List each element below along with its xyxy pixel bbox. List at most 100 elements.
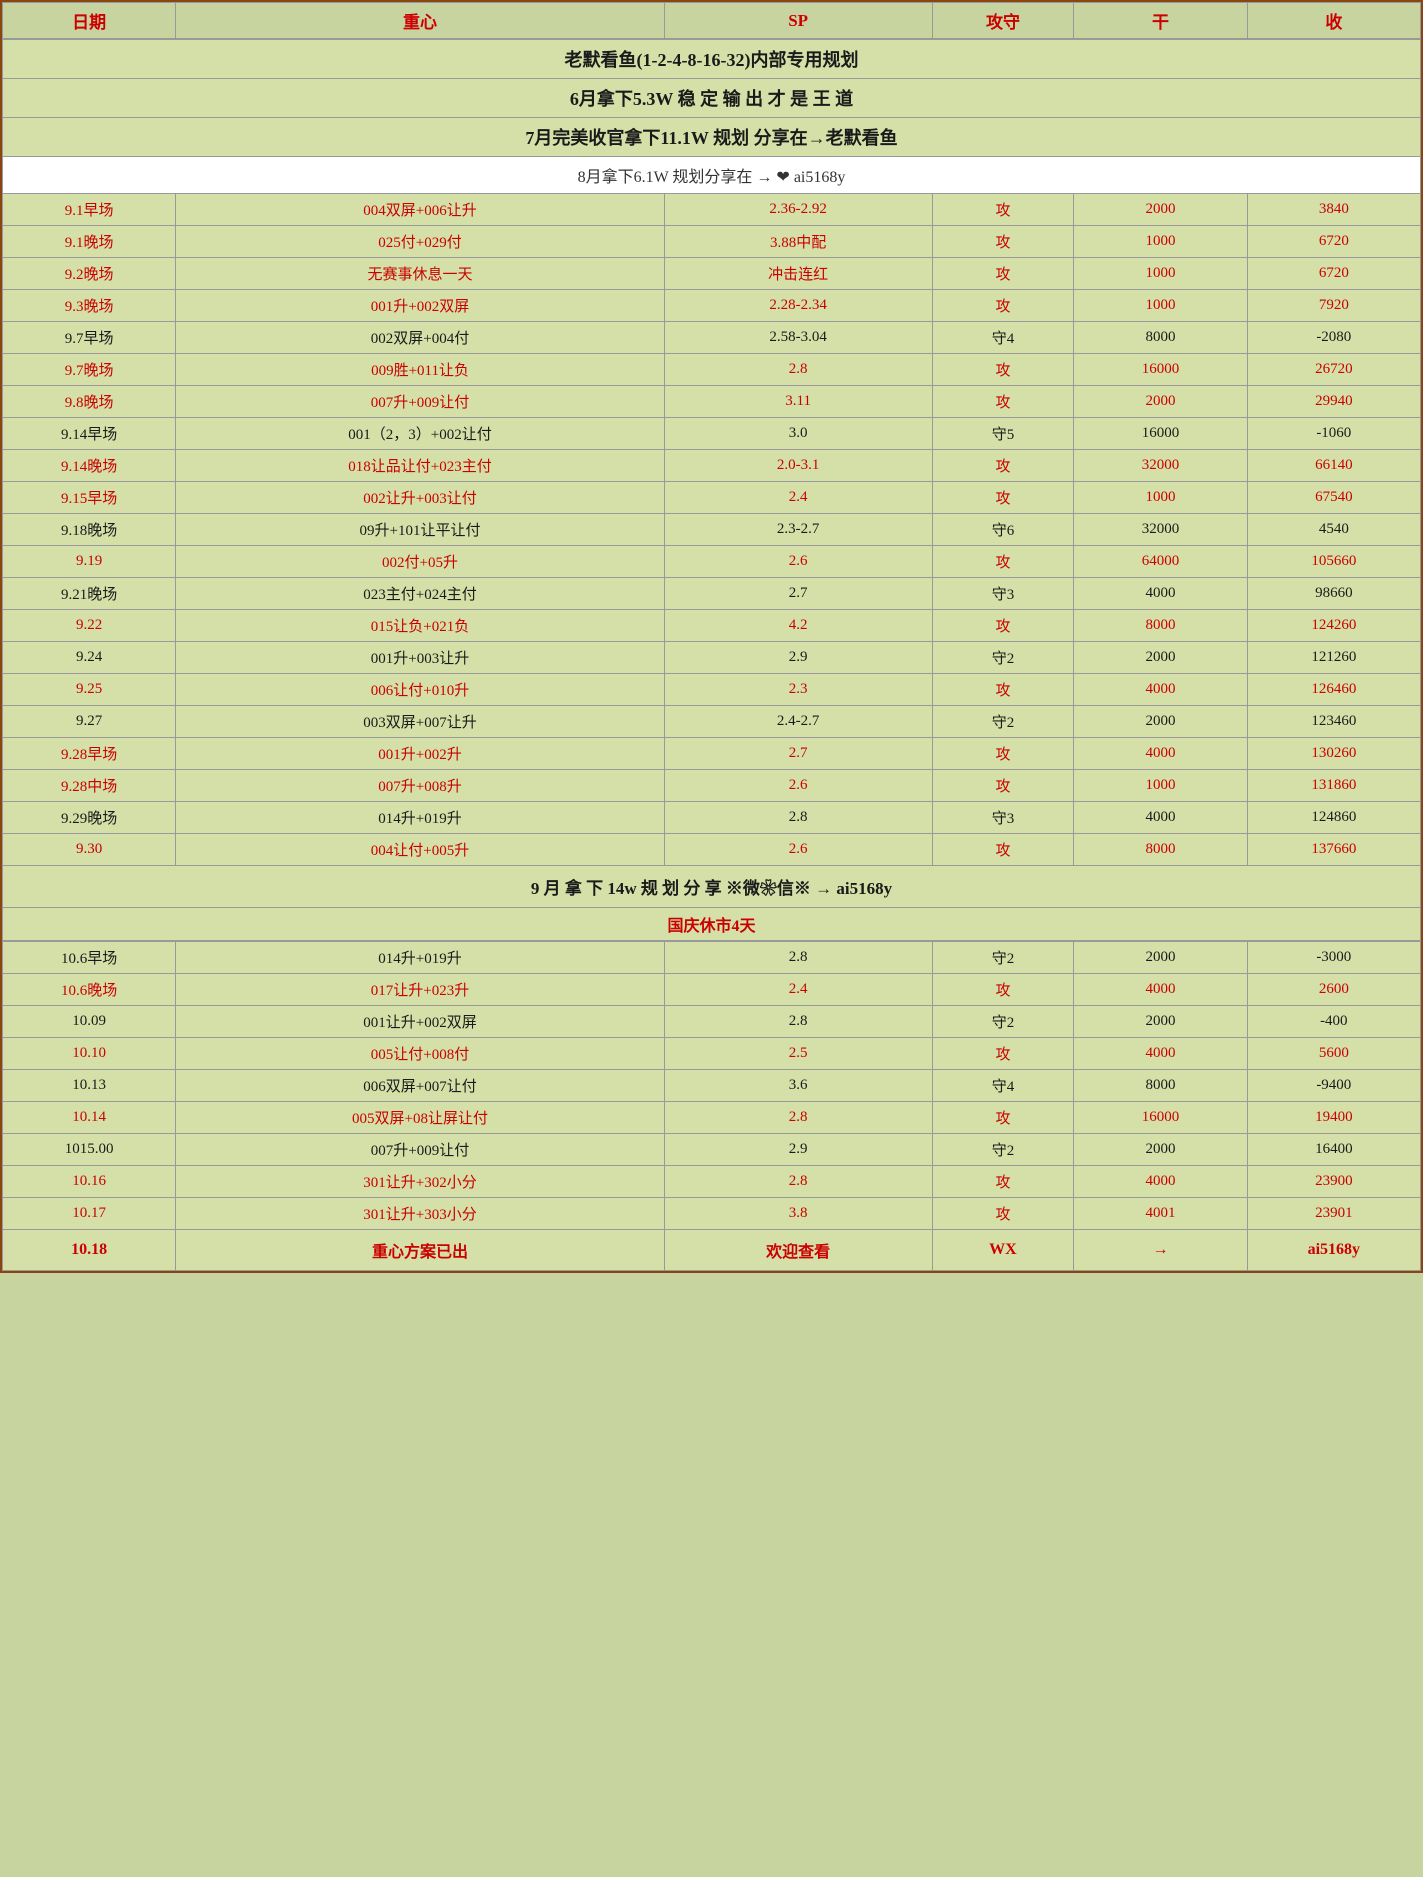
cell-sp: 2.3 <box>664 674 932 706</box>
cell-dry: 1000 <box>1074 290 1247 322</box>
cell-center: 007升+009让付 <box>176 386 664 418</box>
cell-sp: 2.4 <box>664 482 932 514</box>
cell-sp: 2.8 <box>664 1006 932 1038</box>
cell-center: 018让品让付+023主付 <box>176 450 664 482</box>
table-row: 10.6早场014升+019升2.8守22000-3000 <box>3 941 1421 974</box>
last-row: 10.18重心方案已出欢迎查看WX→ai5168y <box>3 1230 1421 1271</box>
cell-date: 10.14 <box>3 1102 176 1134</box>
cell-dry: 8000 <box>1074 834 1247 866</box>
table-row: 9.24001升+003让升2.9守22000121260 <box>3 642 1421 674</box>
banner-row-2: 7月完美收官拿下11.1W 规划 分享在→老默看鱼 <box>3 118 1421 157</box>
cell-sp: 3.0 <box>664 418 932 450</box>
table-row: 9.28中场007升+008升2.6攻1000131860 <box>3 770 1421 802</box>
header-dry: 干 <box>1074 3 1247 40</box>
cell-earn: 98660 <box>1247 578 1420 610</box>
cell-date: 10.6早场 <box>3 941 176 974</box>
cell-atkdef: 攻 <box>932 354 1074 386</box>
cell-earn: 137660 <box>1247 834 1420 866</box>
cell-dry: 4000 <box>1074 974 1247 1006</box>
cell-earn: 19400 <box>1247 1102 1420 1134</box>
cell-earn: 16400 <box>1247 1134 1420 1166</box>
cell-earn: 7920 <box>1247 290 1420 322</box>
cell-center: 006让付+010升 <box>176 674 664 706</box>
banner-white-row: 8月拿下6.1W 规划分享在 → ❤ ai5168y <box>3 157 1421 194</box>
last-cell-atkdef: WX <box>932 1230 1074 1271</box>
cell-earn: 105660 <box>1247 546 1420 578</box>
cell-center: 无赛事休息一天 <box>176 258 664 290</box>
cell-sp: 2.6 <box>664 770 932 802</box>
cell-atkdef: 守3 <box>932 802 1074 834</box>
table-row: 9.22015让负+021负4.2攻8000124260 <box>3 610 1421 642</box>
cell-earn: -9400 <box>1247 1070 1420 1102</box>
cell-atkdef: 攻 <box>932 194 1074 226</box>
header-sp: SP <box>664 3 932 40</box>
cell-earn: 4540 <box>1247 514 1420 546</box>
cell-earn: -400 <box>1247 1006 1420 1038</box>
banner-white-text: 8月拿下6.1W 规划分享在 → ❤ ai5168y <box>3 157 1421 194</box>
cell-dry: 1000 <box>1074 770 1247 802</box>
cell-atkdef: 守2 <box>932 1006 1074 1038</box>
cell-earn: 6720 <box>1247 226 1420 258</box>
cell-dry: 8000 <box>1074 322 1247 354</box>
cell-center: 006双屏+007让付 <box>176 1070 664 1102</box>
cell-date: 10.10 <box>3 1038 176 1070</box>
cell-center: 001升+002升 <box>176 738 664 770</box>
banner-text-2: 7月完美收官拿下11.1W 规划 分享在→老默看鱼 <box>3 118 1421 157</box>
cell-center: 005让付+008付 <box>176 1038 664 1070</box>
header-atkdef: 攻守 <box>932 3 1074 40</box>
cell-dry: 64000 <box>1074 546 1247 578</box>
cell-date: 9.8晚场 <box>3 386 176 418</box>
last-cell-date: 10.18 <box>3 1230 176 1271</box>
cell-dry: 2000 <box>1074 642 1247 674</box>
table-row: 9.30004让付+005升2.6攻8000137660 <box>3 834 1421 866</box>
cell-date: 10.6晚场 <box>3 974 176 1006</box>
cell-sp: 2.8 <box>664 354 932 386</box>
banner-text-1: 6月拿下5.3W 稳 定 输 出 才 是 王 道 <box>3 79 1421 118</box>
cell-atkdef: 攻 <box>932 610 1074 642</box>
table-row: 9.2晚场无赛事休息一天冲击连红攻10006720 <box>3 258 1421 290</box>
table-row: 9.19002付+05升2.6攻64000105660 <box>3 546 1421 578</box>
cell-earn: 126460 <box>1247 674 1420 706</box>
cell-dry: 16000 <box>1074 418 1247 450</box>
cell-atkdef: 攻 <box>932 738 1074 770</box>
cell-date: 10.17 <box>3 1198 176 1230</box>
cell-dry: 2000 <box>1074 386 1247 418</box>
cell-earn: 124260 <box>1247 610 1420 642</box>
cell-atkdef: 攻 <box>932 1166 1074 1198</box>
cell-atkdef: 攻 <box>932 974 1074 1006</box>
cell-atkdef: 攻 <box>932 1038 1074 1070</box>
cell-center: 001升+003让升 <box>176 642 664 674</box>
cell-center: 001升+002双屏 <box>176 290 664 322</box>
table-row: 9.21晚场023主付+024主付2.7守3400098660 <box>3 578 1421 610</box>
cell-sp: 2.0-3.1 <box>664 450 932 482</box>
cell-dry: 1000 <box>1074 258 1247 290</box>
table-row: 9.3晚场001升+002双屏2.28-2.34攻10007920 <box>3 290 1421 322</box>
cell-dry: 32000 <box>1074 450 1247 482</box>
table-row: 10.16301让升+302小分2.8攻400023900 <box>3 1166 1421 1198</box>
cell-center: 002双屏+004付 <box>176 322 664 354</box>
table-row: 9.29晚场014升+019升2.8守34000124860 <box>3 802 1421 834</box>
cell-atkdef: 攻 <box>932 226 1074 258</box>
banner-row-0: 老默看鱼(1-2-4-8-16-32)内部专用规划 <box>3 39 1421 79</box>
cell-earn: 67540 <box>1247 482 1420 514</box>
cell-sp: 冲击连红 <box>664 258 932 290</box>
cell-dry: 4000 <box>1074 1166 1247 1198</box>
cell-dry: 4000 <box>1074 578 1247 610</box>
cell-dry: 32000 <box>1074 514 1247 546</box>
cell-earn: 23900 <box>1247 1166 1420 1198</box>
table-row: 9.14早场001（2，3）+002让付3.0守516000-1060 <box>3 418 1421 450</box>
cell-date: 9.28中场 <box>3 770 176 802</box>
cell-date: 9.14早场 <box>3 418 176 450</box>
cell-sp: 2.9 <box>664 1134 932 1166</box>
banner-text-0: 老默看鱼(1-2-4-8-16-32)内部专用规划 <box>3 39 1421 79</box>
cell-sp: 2.4-2.7 <box>664 706 932 738</box>
cell-date: 9.22 <box>3 610 176 642</box>
cell-sp: 2.8 <box>664 1166 932 1198</box>
cell-center: 004让付+005升 <box>176 834 664 866</box>
cell-center: 014升+019升 <box>176 941 664 974</box>
cell-date: 9.1早场 <box>3 194 176 226</box>
cell-date: 9.30 <box>3 834 176 866</box>
cell-center: 007升+009让付 <box>176 1134 664 1166</box>
cell-atkdef: 守4 <box>932 1070 1074 1102</box>
cell-sp: 4.2 <box>664 610 932 642</box>
